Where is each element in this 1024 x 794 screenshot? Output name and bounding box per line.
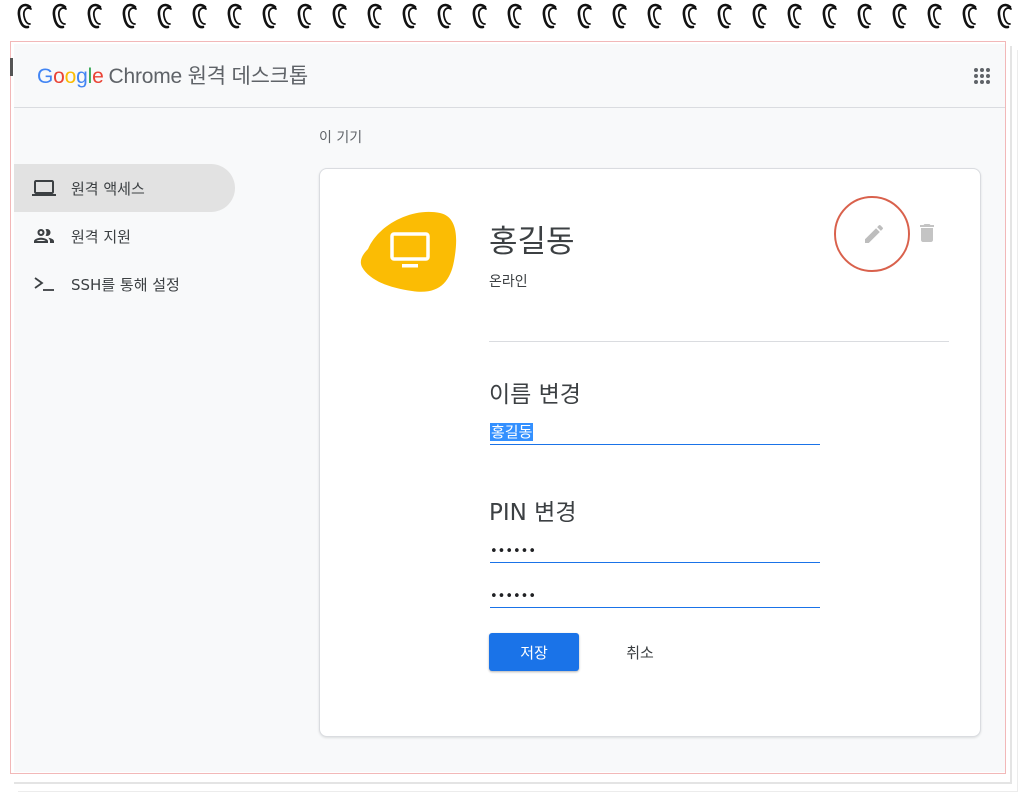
binding-ring (857, 3, 872, 29)
device-avatar (360, 209, 458, 295)
laptop-icon (32, 176, 56, 200)
binding-ring (122, 3, 137, 29)
binding-ring (472, 3, 487, 29)
device-card: 홍길동 온라인 이름 변경 홍길동 PIN 변경 •••••• •••••• 저… (319, 168, 981, 737)
sidebar-item-remote-support[interactable]: 원격 지원 (14, 212, 235, 260)
section-label: 이 기기 (319, 130, 363, 146)
binding-ring (297, 3, 312, 29)
pin-heading: PIN 변경 (489, 500, 577, 526)
app-window: Google Chrome 원격 데스크톱 원격 액세스 원격 지원 SSH를 … (14, 44, 1005, 772)
apps-grid-icon[interactable] (972, 66, 992, 86)
top-bar: Google Chrome 원격 데스크톱 (14, 44, 1005, 108)
binding-ring (997, 3, 1012, 29)
sidebar-item-remote-access[interactable]: 원격 액세스 (14, 164, 235, 212)
trash-icon[interactable] (915, 221, 939, 245)
sidebar: 원격 액세스 원격 지원 SSH를 통해 설정 (14, 164, 244, 308)
binding-ring (752, 3, 767, 29)
app-logo: Google Chrome 원격 데스크톱 (37, 60, 308, 90)
sidebar-item-label: 원격 지원 (71, 227, 131, 246)
binding-ring (892, 3, 907, 29)
binding-ring (332, 3, 347, 29)
binding-ring (682, 3, 697, 29)
binding-ring (87, 3, 102, 29)
pin-confirm-input-value: •••••• (490, 589, 537, 604)
pin-input-value: •••••• (490, 544, 537, 559)
sidebar-item-label: SSH를 통해 설정 (71, 275, 180, 294)
binding-ring (962, 3, 977, 29)
device-status: 온라인 (489, 274, 528, 290)
sidebar-item-ssh[interactable]: SSH를 통해 설정 (14, 260, 235, 308)
page-mark (10, 58, 13, 76)
logo-letter: g (76, 65, 88, 88)
binding-ring (437, 3, 452, 29)
device-name: 홍길동 (489, 224, 575, 260)
binding-ring (52, 3, 67, 29)
binding-ring (717, 3, 732, 29)
binding-ring (927, 3, 942, 29)
spiral-binding (0, 0, 1024, 34)
pencil-icon[interactable] (862, 222, 886, 246)
binding-ring (262, 3, 277, 29)
save-button[interactable]: 저장 (489, 633, 579, 671)
binding-ring (402, 3, 417, 29)
logo-letter: e (92, 65, 104, 88)
sidebar-item-label: 원격 액세스 (71, 179, 145, 198)
pin-confirm-field[interactable]: •••••• (490, 584, 820, 608)
monitor-icon (389, 231, 431, 271)
device-name-field[interactable]: 홍길동 (490, 421, 820, 445)
logo-letter: o (64, 65, 77, 88)
binding-ring (192, 3, 207, 29)
binding-ring (157, 3, 172, 29)
binding-ring (507, 3, 522, 29)
binding-ring (227, 3, 242, 29)
binding-ring (647, 3, 662, 29)
rename-heading: 이름 변경 (489, 382, 581, 408)
binding-ring (17, 3, 32, 29)
binding-ring (822, 3, 837, 29)
terminal-icon (32, 272, 56, 296)
cancel-button[interactable]: 취소 (595, 633, 685, 671)
binding-ring (542, 3, 557, 29)
logo-letter: o (53, 65, 65, 88)
people-icon (32, 224, 56, 248)
logo-letter: G (37, 65, 54, 88)
device-name-input-value: 홍길동 (490, 423, 534, 441)
binding-ring (787, 3, 802, 29)
binding-ring (612, 3, 627, 29)
divider (489, 341, 949, 342)
pin-field[interactable]: •••••• (490, 539, 820, 563)
product-name: Chrome 원격 데스크톱 (108, 65, 309, 88)
binding-ring (367, 3, 382, 29)
binding-ring (577, 3, 592, 29)
